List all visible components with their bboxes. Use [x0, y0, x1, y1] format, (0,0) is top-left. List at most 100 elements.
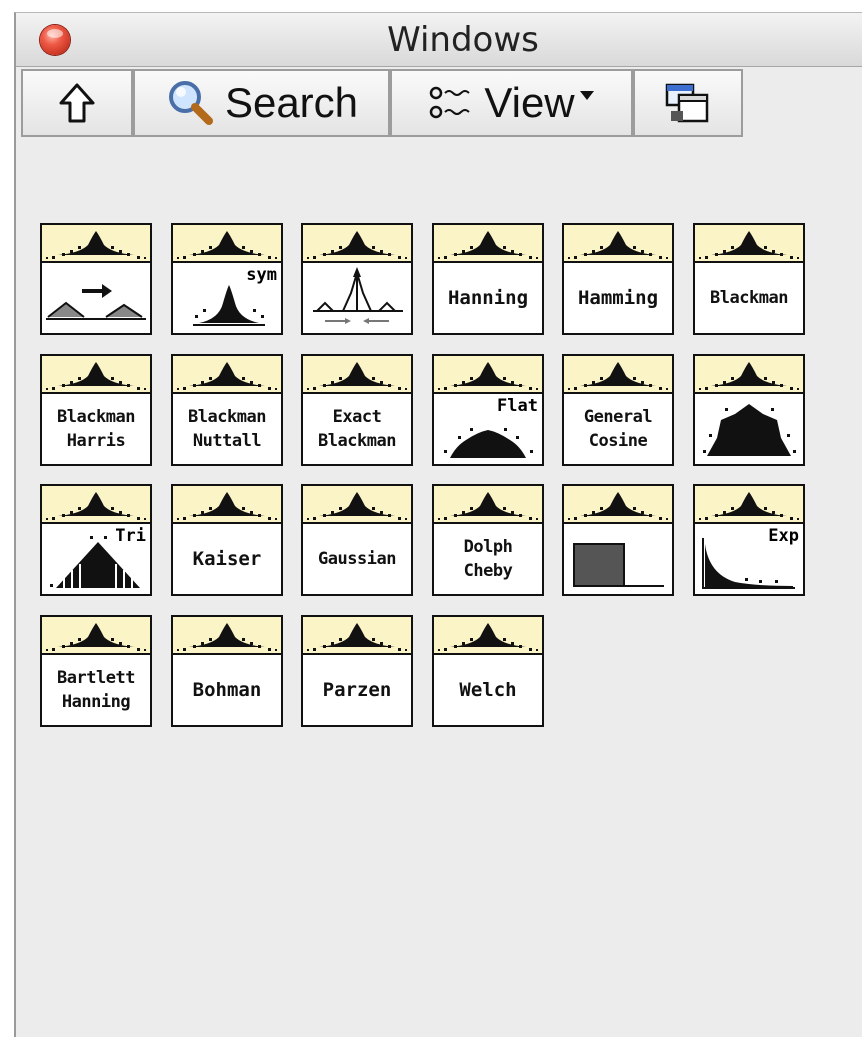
palette-item-banner [564, 486, 672, 524]
palette-item-banner [434, 617, 542, 655]
palette-item[interactable]: Tri [40, 484, 152, 596]
palette-item-banner [434, 356, 542, 394]
window-waveform-icon [438, 492, 538, 520]
window-waveform-icon [307, 231, 407, 259]
window-restore-icon [665, 83, 709, 123]
palette-item-label: Parzen [322, 679, 392, 701]
palette-item-banner [173, 617, 281, 655]
palette-item[interactable]: Dolph Cheby [432, 484, 544, 596]
palette-item[interactable]: Parzen [301, 615, 413, 727]
palette-item[interactable]: Welch [432, 615, 544, 727]
palette-item-label: Kaiser [192, 548, 262, 570]
palette-item-banner [434, 225, 542, 263]
palette-item[interactable]: Bartlett Hanning [40, 615, 152, 727]
force-window-icon [573, 543, 664, 587]
palette-item-label: Hamming [577, 287, 659, 309]
palette-item[interactable]: Exp [693, 484, 805, 596]
palette-item[interactable]: Kaiser [171, 484, 283, 596]
palette-item[interactable]: Blackman Nuttall [171, 354, 283, 466]
palette-item-banner [173, 225, 281, 263]
triangle-down-icon [579, 91, 594, 100]
palette-item-banner [564, 356, 672, 394]
palette-item-banner [173, 486, 281, 524]
window-waveform-icon [699, 492, 799, 520]
toolbar: Search View [16, 67, 862, 141]
palette-item[interactable]: Gaussian [301, 484, 413, 596]
palette-item[interactable] [301, 223, 413, 335]
palette-item-label: Blackman [710, 288, 788, 308]
palette-item-label: Bohman [192, 679, 262, 701]
palette-window: Windows Search View sym Hanning Hamming … [14, 12, 862, 1037]
palette-item-label: Exact Blackman [318, 407, 396, 451]
palette-item-banner [173, 356, 281, 394]
palette-item-banner [303, 356, 411, 394]
window-waveform-icon [46, 623, 146, 651]
palette-item-label: Hanning [447, 287, 529, 309]
window-waveform-icon [438, 231, 538, 259]
palette-item[interactable]: Hanning [432, 223, 544, 335]
palette-item-banner [564, 225, 672, 263]
palette-item-corner-label: Tri [115, 526, 146, 546]
window-waveform-icon [177, 492, 277, 520]
palette-item-label: Dolph Cheby [463, 537, 513, 581]
up-arrow-icon [59, 83, 95, 123]
window-waveform-icon [438, 362, 538, 390]
window-waveform-icon [568, 231, 668, 259]
palette-item-label: Gaussian [318, 549, 396, 569]
palette-item[interactable]: Flat [432, 354, 544, 466]
window-waveform-icon [177, 623, 277, 651]
window-properties-icon [313, 267, 403, 324]
window-waveform-icon [699, 231, 799, 259]
palette-item[interactable]: sym [171, 223, 283, 335]
palette-item-banner [42, 356, 150, 394]
search-label: Search [224, 79, 359, 126]
view-label: View [484, 79, 575, 126]
restore-window-button[interactable] [633, 69, 743, 137]
palette-item-banner [42, 486, 150, 524]
window-waveform-icon [177, 362, 277, 390]
window-waveform-icon [46, 492, 146, 520]
palette-item-label: General Cosine [583, 407, 653, 451]
palette-item-corner-label: sym [246, 265, 277, 285]
title-bar[interactable]: Windows [16, 13, 862, 67]
palette-item-label: Blackman Nuttall [188, 407, 266, 451]
window-waveform-icon [307, 492, 407, 520]
palette-item[interactable] [693, 354, 805, 466]
palette-item[interactable]: Exact Blackman [301, 354, 413, 466]
window-waveform-icon [46, 362, 146, 390]
palette-item-banner [434, 486, 542, 524]
palette-item-label: Welch [459, 679, 517, 701]
palette-item-banner [303, 486, 411, 524]
palette-item[interactable] [562, 484, 674, 596]
window-waveform-icon [46, 231, 146, 259]
window-title: Windows [387, 20, 539, 60]
palette-item[interactable]: Blackman [693, 223, 805, 335]
list-view-icon [430, 86, 471, 119]
palette-item-label: Blackman Harris [57, 407, 135, 451]
modified-bartlett-hanning-icon [703, 404, 796, 456]
resize-grip[interactable] [848, 1026, 862, 1037]
palette-item-banner [695, 486, 803, 524]
window-waveform-icon [307, 623, 407, 651]
view-button[interactable]: View [390, 69, 633, 137]
palette-item[interactable]: Bohman [171, 615, 283, 727]
window-waveform-icon [307, 362, 407, 390]
palette-item-banner [303, 225, 411, 263]
palette-item-label: Bartlett Hanning [57, 668, 135, 712]
up-button[interactable] [21, 69, 133, 137]
window-waveform-icon [177, 231, 277, 259]
palette-item-corner-label: Exp [768, 526, 799, 546]
palette-item[interactable]: General Cosine [562, 354, 674, 466]
window-waveform-icon [699, 362, 799, 390]
palette-item-corner-label: Flat [497, 396, 538, 416]
window-waveform-icon [438, 623, 538, 651]
window-waveform-icon [568, 492, 668, 520]
palette-item-banner [695, 356, 803, 394]
scaled-time-domain-window-icon [46, 284, 146, 320]
palette-item[interactable]: Blackman Harris [40, 354, 152, 466]
palette-item[interactable] [40, 223, 152, 335]
magnifier-icon [168, 81, 213, 125]
palette-item[interactable]: Hamming [562, 223, 674, 335]
search-button[interactable]: Search [133, 69, 390, 137]
palette-item-banner [42, 225, 150, 263]
